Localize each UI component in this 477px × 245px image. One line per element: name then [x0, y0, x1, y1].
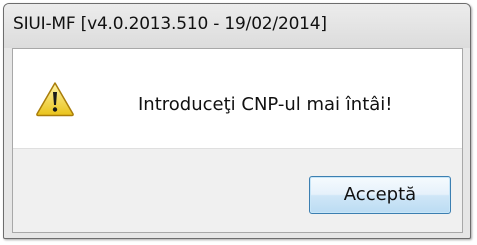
- window-title: SIUI-MF [v4.0.2013.510 - 19/02/2014]: [13, 14, 327, 34]
- warning-icon: [36, 82, 74, 117]
- button-area: Acceptă: [13, 148, 462, 232]
- dialog-window: SIUI-MF [v4.0.2013.510 - 19/02/2014] Int…: [3, 3, 471, 239]
- message-text: Introduceţi CNP-ul mai întâi!: [138, 94, 393, 115]
- dialog-content: Introduceţi CNP-ul mai întâi! Acceptă: [12, 48, 463, 233]
- message-area: Introduceţi CNP-ul mai întâi!: [13, 49, 462, 148]
- title-bar[interactable]: SIUI-MF [v4.0.2013.510 - 19/02/2014]: [4, 4, 470, 48]
- accept-button[interactable]: Acceptă: [309, 176, 451, 214]
